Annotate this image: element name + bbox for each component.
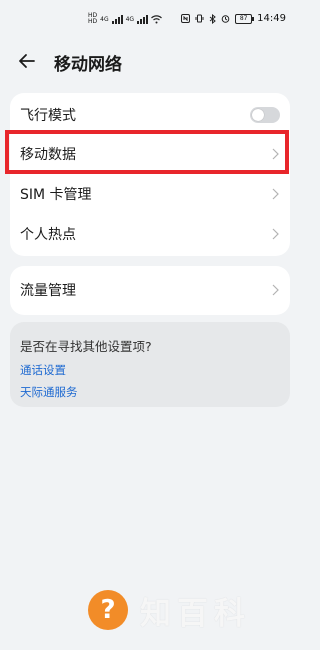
call-settings-link[interactable]: 通话设置 — [20, 362, 66, 378]
hotspot-row[interactable]: 个人热点 — [10, 214, 290, 254]
signal1-icon — [111, 14, 123, 24]
battery-icon: 87 — [235, 13, 255, 24]
status-bar: HD HD 4G 4G 87 14:49 — [0, 0, 300, 40]
suggestions-card: 是否在寻找其他设置项? 通话设置 天际通服务 — [10, 322, 290, 407]
status-bar-right: 87 14:49 — [181, 13, 286, 24]
arrow-left-icon — [19, 54, 35, 68]
airplane-mode-label: 飞行模式 — [20, 108, 76, 124]
toggle-knob — [252, 109, 264, 121]
back-button[interactable] — [14, 48, 40, 74]
network1-label: 4G — [100, 15, 109, 23]
chevron-right-icon — [272, 148, 279, 160]
sim2-hd-label: HD — [88, 18, 98, 25]
airplane-mode-toggle[interactable] — [250, 107, 280, 123]
page-header: 移动网络 — [0, 44, 300, 78]
battery-level: 87 — [239, 14, 248, 22]
alarm-icon — [221, 15, 230, 23]
status-time: 14:49 — [257, 13, 286, 24]
network-settings-card: 飞行模式 移动数据 SIM 卡管理 个人热点 — [10, 93, 290, 256]
watermark-logo: ? 知百科 — [88, 588, 288, 632]
bluetooth-icon — [209, 13, 216, 24]
data-usage-card: 流量管理 — [10, 266, 290, 315]
mobile-data-label: 移动数据 — [20, 147, 76, 163]
chevron-right-icon — [272, 228, 279, 240]
hotspot-label: 个人热点 — [20, 227, 76, 243]
status-bar-left: HD HD 4G 4G — [88, 13, 163, 25]
data-usage-row[interactable]: 流量管理 — [10, 270, 290, 310]
network2-label: 4G — [125, 15, 135, 23]
chevron-right-icon — [272, 188, 279, 200]
sim-hd-tag: HD HD — [88, 13, 97, 25]
airplane-mode-row[interactable]: 飞行模式 — [10, 95, 290, 135]
suggestions-question: 是否在寻找其他设置项? — [20, 339, 152, 354]
page-title: 移动网络 — [54, 55, 122, 75]
wifi-icon — [151, 14, 163, 23]
signal2-icon — [137, 14, 149, 24]
mobile-data-row[interactable]: 移动数据 — [10, 134, 290, 174]
watermark-text: 知百科 — [140, 595, 251, 632]
sim-management-label: SIM 卡管理 — [20, 187, 92, 203]
question-mark-icon: ? — [88, 590, 128, 630]
data-usage-label: 流量管理 — [20, 283, 76, 299]
nfc-icon — [181, 14, 191, 23]
chevron-right-icon — [272, 284, 279, 296]
sim-management-row[interactable]: SIM 卡管理 — [10, 174, 290, 214]
tianjitong-service-link[interactable]: 天际通服务 — [20, 384, 78, 400]
vibrate-icon — [195, 14, 204, 23]
